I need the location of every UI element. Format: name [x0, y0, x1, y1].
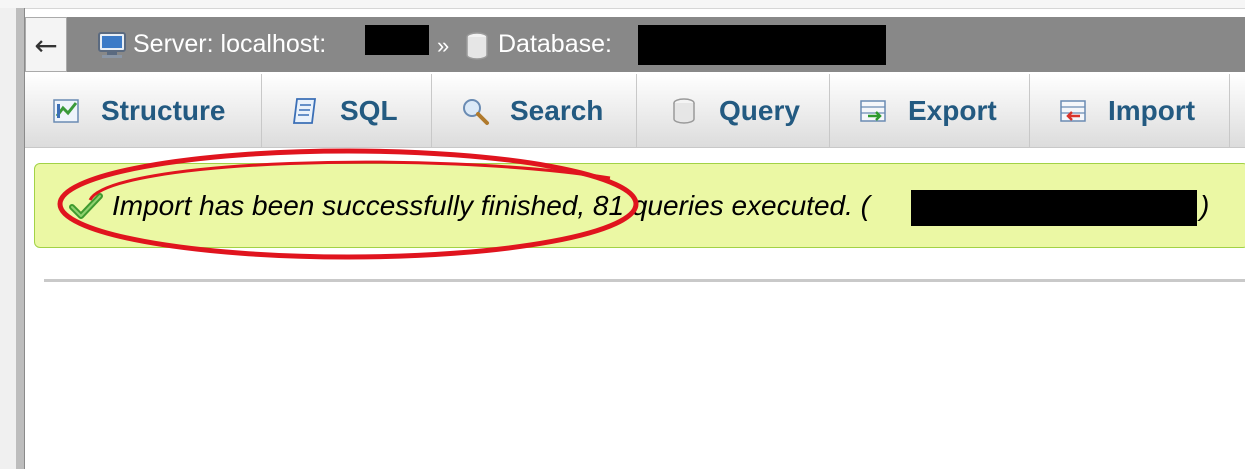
database-crumb-link[interactable]: Database:: [498, 17, 612, 72]
redacted-filename: [911, 190, 1197, 226]
server-crumb-link[interactable]: Server: localhost:: [133, 17, 326, 72]
annotation-circle: [57, 148, 639, 260]
export-icon: [858, 96, 888, 126]
left-gutter: [0, 8, 16, 469]
server-icon: [95, 29, 129, 63]
redacted-database-name: [638, 25, 886, 65]
query-icon: [669, 96, 699, 126]
tab-search[interactable]: Search: [432, 74, 637, 147]
tab-query[interactable]: Query: [637, 74, 830, 147]
database-tabs: Structure SQL Search Query Export Import: [25, 74, 1245, 148]
tab-sql-label: SQL: [340, 94, 398, 126]
success-message-close-paren: ): [1200, 190, 1210, 221]
redacted-server-port: [365, 25, 429, 55]
tab-import-label: Import: [1108, 94, 1196, 126]
tab-export[interactable]: Export: [830, 74, 1030, 147]
tab-sql[interactable]: SQL: [262, 74, 432, 147]
search-icon: [460, 96, 490, 126]
phpmyadmin-window: ← Server: localhost: » Database: Structu…: [0, 0, 1245, 469]
tab-export-label: Export: [908, 94, 997, 126]
tab-search-label: Search: [510, 94, 604, 126]
breadcrumb: ← Server: localhost: » Database:: [25, 17, 1245, 72]
top-strip: [0, 0, 1245, 9]
sql-icon: [290, 96, 320, 126]
breadcrumb-separator: »: [437, 33, 450, 58]
structure-icon: [51, 96, 81, 126]
tab-query-label: Query: [719, 94, 800, 126]
database-icon: [465, 31, 489, 65]
navigation-resizer[interactable]: [16, 8, 24, 469]
tab-import[interactable]: Import: [1030, 74, 1230, 147]
import-icon: [1058, 96, 1088, 126]
back-button[interactable]: ←: [25, 17, 67, 72]
tab-structure-label: Structure: [101, 94, 226, 126]
tab-structure[interactable]: Structure: [25, 74, 262, 147]
content-divider: [44, 279, 1245, 282]
